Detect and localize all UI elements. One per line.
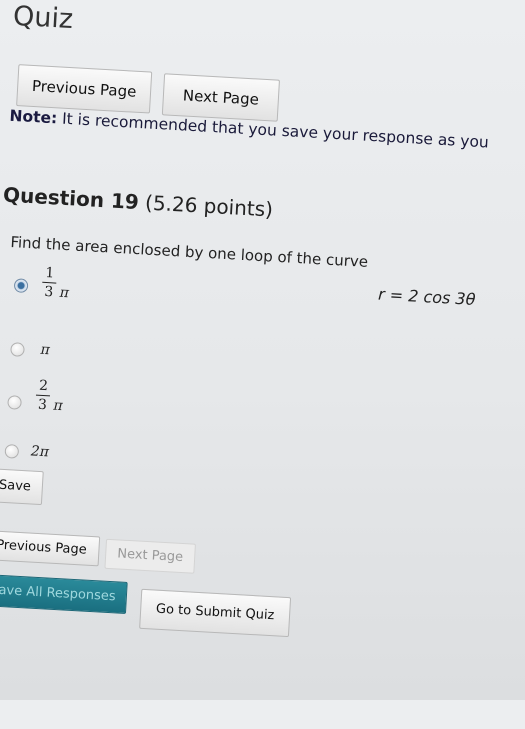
next-page-button-bottom[interactable]: Next Page bbox=[104, 538, 196, 574]
question-heading: Question 19 (5.26 points) bbox=[2, 182, 273, 221]
curve-equation: r = 2 cos 3θ bbox=[377, 284, 476, 309]
page-title: Quiz bbox=[12, 0, 74, 36]
option-1-radio[interactable] bbox=[13, 278, 29, 294]
option-2-radio[interactable] bbox=[10, 342, 25, 357]
option-1-pi: π bbox=[59, 284, 70, 302]
question-text: Find the area enclosed by one loop of th… bbox=[10, 232, 369, 271]
option-3-denominator: 3 bbox=[37, 396, 48, 414]
note-label: Note: bbox=[9, 106, 58, 128]
option-2-label: π bbox=[40, 341, 51, 359]
option-1-denominator: 3 bbox=[43, 283, 54, 301]
previous-page-button[interactable]: Previous Page bbox=[16, 64, 153, 114]
go-to-submit-quiz-button[interactable]: Go to Submit Quiz bbox=[139, 588, 292, 638]
question-number: Question 19 bbox=[2, 182, 140, 215]
option-3-pi: π bbox=[52, 397, 64, 415]
option-3-radio[interactable] bbox=[7, 395, 22, 410]
option-4-radio[interactable] bbox=[4, 443, 20, 459]
option-3-label: 2 3 π bbox=[35, 377, 63, 414]
previous-page-button-bottom[interactable]: Previous Page bbox=[0, 529, 101, 567]
question-points: (5.26 points) bbox=[138, 190, 274, 222]
option-1-label: 1 3 π bbox=[41, 264, 69, 301]
quiz-page: Quiz Previous Page Next Page Note: It is… bbox=[0, 0, 524, 728]
option-3-numerator: 2 bbox=[38, 377, 49, 395]
save-button[interactable]: Save bbox=[0, 468, 44, 506]
option-1-numerator: 1 bbox=[44, 264, 55, 282]
save-all-responses-button[interactable]: Save All Responses bbox=[0, 573, 128, 614]
next-page-button[interactable]: Next Page bbox=[161, 73, 280, 122]
option-4-label: 2π bbox=[30, 443, 50, 461]
